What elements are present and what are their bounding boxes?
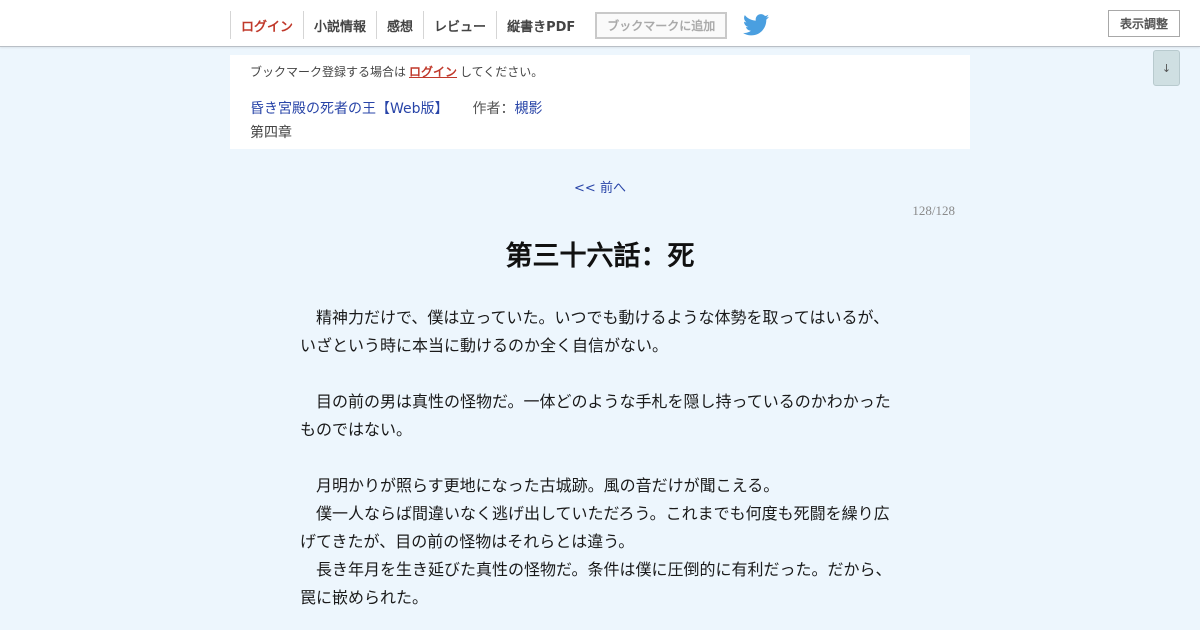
twitter-bird-icon bbox=[743, 14, 770, 36]
bookmark-login-link[interactable]: ログイン bbox=[409, 65, 457, 79]
bookmark-add-button[interactable]: ブックマークに追加 bbox=[595, 11, 728, 39]
body-line: 長き年月を生き延びた真性の怪物だ。条件は僕に圧倒的に有利だった。だから、 bbox=[300, 560, 892, 579]
body-line: 目の前の男は真性の怪物だ。一体どのような手札を隠し持っているのかわかった bbox=[300, 392, 891, 411]
body-line: 月明かりが照らす更地になった古城跡。風の音だけが聞こえる。 bbox=[300, 476, 780, 495]
novel-info-box: ブックマーク登録する場合は ログイン してください。 昏き宮殿の死者の王【Web版】… bbox=[230, 55, 970, 149]
body-line: ものではない。 bbox=[300, 420, 413, 439]
nav-impressions[interactable]: 感想 bbox=[376, 11, 423, 39]
previous-episode-link: << 前へ bbox=[0, 177, 1200, 196]
page-counter: 128/128 bbox=[912, 203, 955, 218]
bookmark-msg-after: してください。 bbox=[460, 65, 544, 79]
novel-title-link[interactable]: 昏き宮殿の死者の王【Web版】 bbox=[250, 101, 449, 117]
twitter-share-button[interactable] bbox=[743, 13, 771, 37]
nav-login[interactable]: ログイン bbox=[230, 11, 303, 39]
scroll-down-button[interactable]: ↓ bbox=[1153, 50, 1180, 86]
body-line-blank bbox=[300, 360, 900, 388]
bookmark-msg-before: ブックマーク登録する場合は bbox=[250, 65, 407, 79]
main-nav: ログイン 小説情報 感想 レビュー 縦書きPDF ブックマークに追加 bbox=[230, 11, 771, 39]
novel-title-line: 昏き宮殿の死者の王【Web版】 作者：槻影 bbox=[250, 98, 543, 118]
chapter-title: 第四章 bbox=[250, 125, 292, 141]
body-line: 精神力だけで、僕は立っていた。いつでも動けるような体勢を取ってはいるが、 bbox=[300, 308, 890, 327]
top-navigation-bar: ログイン 小説情報 感想 レビュー 縦書きPDF ブックマークに追加 表示調整 bbox=[0, 0, 1200, 47]
nav-novel-info[interactable]: 小説情報 bbox=[303, 11, 376, 39]
body-line: 罠に嵌められた。 bbox=[300, 588, 429, 607]
previous-episode-link-text[interactable]: << 前へ bbox=[574, 181, 626, 196]
body-line-blank bbox=[300, 444, 900, 472]
body-line: いざという時に本当に動けるのか全く自信がない。 bbox=[300, 336, 669, 355]
nav-review[interactable]: レビュー bbox=[423, 11, 496, 39]
body-line: げてきたが、目の前の怪物はそれらとは違う。 bbox=[300, 532, 635, 551]
nav-vertical-pdf[interactable]: 縦書きPDF bbox=[496, 11, 585, 39]
body-line: 僕一人ならば間違いなく逃げ出していただろう。これまでも何度も死闘を繰り広 bbox=[300, 504, 890, 523]
episode-title: 第三十六話：死 bbox=[505, 241, 695, 272]
author-label: 作者： bbox=[472, 101, 515, 117]
bookmark-login-message: ブックマーク登録する場合は ログイン してください。 bbox=[250, 63, 543, 80]
episode-body: 精神力だけで、僕は立っていた。いつでも動けるような体勢を取ってはいるが、 いざと… bbox=[300, 304, 900, 612]
display-settings-button[interactable]: 表示調整 bbox=[1108, 10, 1180, 37]
author-link[interactable]: 槻影 bbox=[515, 101, 543, 117]
